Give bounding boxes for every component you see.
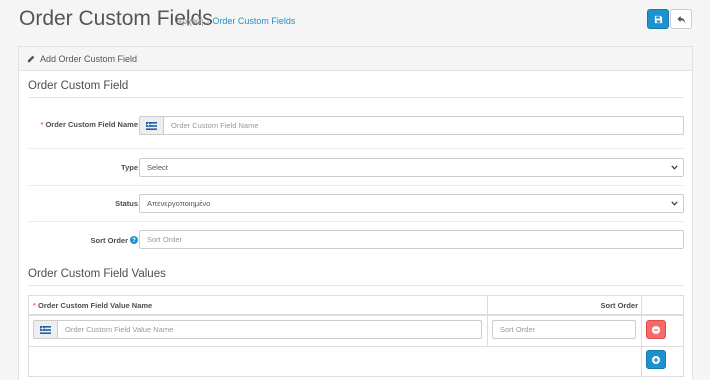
add-value-button[interactable] [646, 350, 666, 369]
value-sort-order-input[interactable]: Sort Order [492, 320, 636, 339]
type-select-value: Select [147, 163, 168, 172]
value-name-input[interactable]: Order Custom Field Value Name [57, 320, 482, 339]
name-label-text: Order Custom Field Name [45, 120, 138, 129]
section-divider [28, 97, 684, 98]
sort-order-label: Sort Order? [28, 236, 138, 246]
column-divider [641, 296, 642, 376]
column-header-value-name: * Order Custom Field Value Name [33, 301, 152, 310]
language-flag-addon [139, 116, 163, 135]
chevron-down-icon [671, 165, 678, 170]
row-divider [28, 185, 684, 186]
values-table: * Order Custom Field Value Name Sort Ord… [28, 295, 684, 377]
pencil-icon [27, 55, 35, 63]
breadcrumb-current-link[interactable]: Order Custom Fields [212, 16, 295, 26]
table-header-row: * Order Custom Field Value Name Sort Ord… [29, 296, 683, 316]
sort-order-input[interactable]: Sort Order [139, 230, 684, 249]
required-mark: * [40, 120, 44, 129]
section-title: Order Custom Field [28, 80, 129, 92]
status-select-value: Απενεργοποιημένο [147, 199, 211, 208]
save-icon [654, 15, 662, 23]
svg-text:?: ? [132, 238, 136, 244]
breadcrumb-separator: › [206, 16, 210, 26]
breadcrumb-home-link[interactable]: Αρχική [176, 16, 203, 26]
row-divider [28, 221, 684, 222]
language-flag-icon [146, 121, 157, 130]
values-section-title: Order Custom Field Values [28, 268, 166, 280]
plus-circle-icon [652, 355, 660, 364]
language-flag-icon [40, 325, 51, 334]
form-panel: Add Order Custom Field Order Custom Fiel… [18, 46, 693, 380]
row-divider [29, 346, 683, 347]
remove-value-button[interactable] [646, 320, 666, 339]
page-header: Order Custom Fields Αρχική › Order Custom … [0, 0, 710, 40]
minus-circle-icon [652, 325, 660, 334]
row-divider [28, 148, 684, 149]
chevron-down-icon [671, 201, 678, 206]
sort-order-label-text: Sort Order [90, 236, 128, 245]
save-button[interactable] [647, 9, 669, 29]
language-flag-addon [33, 320, 57, 339]
name-input[interactable]: Order Custom Field Name [163, 116, 684, 135]
column-header-sort-order: Sort Order [600, 301, 638, 310]
column-divider [487, 296, 488, 347]
panel-heading-title: Add Order Custom Field [40, 53, 138, 64]
reply-icon [676, 15, 685, 23]
back-button[interactable] [670, 9, 692, 29]
column-header-value-name-text: Order Custom Field Value Name [38, 301, 153, 310]
status-label: Status [115, 199, 138, 208]
type-label: Type [121, 163, 138, 172]
status-select[interactable]: Απενεργοποιημένο [139, 194, 684, 213]
name-label: * Order Custom Field Name [28, 120, 138, 130]
panel-heading: Add Order Custom Field [19, 47, 692, 71]
required-mark: * [33, 301, 36, 310]
values-section-divider [28, 285, 684, 286]
question-circle-icon[interactable]: ? [130, 236, 138, 244]
type-select[interactable]: Select [139, 158, 684, 177]
breadcrumb: Αρχική › Order Custom Fields [176, 16, 295, 26]
